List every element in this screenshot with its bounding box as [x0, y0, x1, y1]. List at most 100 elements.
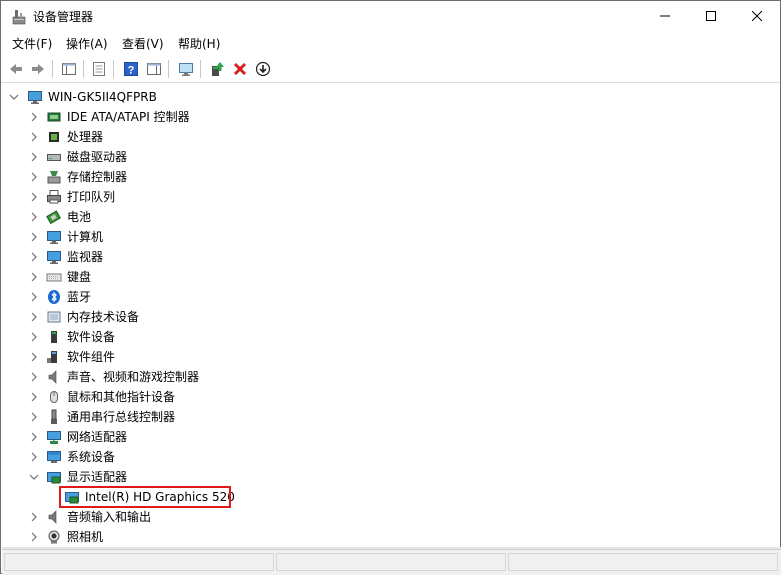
- tree-root[interactable]: WIN-GK5II4QFPRB: [3, 87, 303, 107]
- expand-chevron-icon[interactable]: [29, 132, 39, 142]
- tree-category-item[interactable]: 系统设备: [3, 447, 403, 467]
- maximize-icon: [706, 11, 716, 21]
- monitor-icon: [46, 249, 62, 265]
- expand-chevron-icon[interactable]: [29, 392, 39, 402]
- expand-chevron-icon[interactable]: [29, 412, 39, 422]
- expand-chevron-icon[interactable]: [29, 292, 39, 302]
- expand-chevron-icon[interactable]: [29, 112, 39, 122]
- tree-item-label: 蓝牙: [67, 290, 92, 304]
- close-button[interactable]: [734, 1, 780, 33]
- toolbar-separator: [52, 60, 53, 78]
- uninstall-device-button[interactable]: [230, 59, 250, 79]
- back-button[interactable]: [6, 59, 26, 79]
- download-button[interactable]: [253, 59, 273, 79]
- expand-chevron-icon[interactable]: [29, 372, 39, 382]
- tree-category-item[interactable]: 软件组件: [3, 347, 403, 367]
- tree-item-label: 声音、视频和游戏控制器: [67, 370, 200, 384]
- status-bar: [2, 549, 781, 575]
- expand-chevron-icon[interactable]: [29, 232, 39, 242]
- tree-category-item[interactable]: 存储控制器: [3, 167, 403, 187]
- tree-category-item[interactable]: 内存技术设备: [3, 307, 403, 327]
- tree-category-item[interactable]: 鼠标和其他指针设备: [3, 387, 403, 407]
- minimize-icon: [660, 15, 670, 17]
- expand-chevron-icon[interactable]: [29, 452, 39, 462]
- help-icon: ?: [124, 62, 138, 77]
- tree-item-label: 软件组件: [67, 350, 116, 364]
- tree-item-label: 显示适配器: [67, 470, 128, 484]
- expand-chevron-icon[interactable]: [29, 152, 39, 162]
- uninstall-icon: [233, 62, 247, 76]
- expand-chevron-icon[interactable]: [29, 512, 39, 522]
- properties-button[interactable]: [89, 59, 109, 79]
- tree-item-label: 系统设备: [67, 450, 116, 464]
- expand-chevron-icon[interactable]: [29, 192, 39, 202]
- title-bar[interactable]: 设备管理器: [1, 1, 780, 33]
- tree-category-item[interactable]: 照相机: [3, 527, 403, 547]
- minimize-button[interactable]: [642, 1, 688, 33]
- tree-category-item[interactable]: 软件设备: [3, 327, 403, 347]
- tree-category-item[interactable]: 音频输入和输出: [3, 507, 403, 527]
- expand-chevron-icon[interactable]: [29, 272, 39, 282]
- expand-chevron-icon[interactable]: [29, 532, 39, 542]
- status-segment: [276, 553, 506, 571]
- tree-root-label: WIN-GK5II4QFPRB: [48, 90, 157, 104]
- action-pane-button[interactable]: [144, 59, 164, 79]
- close-icon: [751, 10, 763, 22]
- expand-chevron-icon[interactable]: [29, 352, 39, 362]
- tree-category-item[interactable]: 计算机: [3, 227, 403, 247]
- tree-category-item[interactable]: 显示适配器: [3, 467, 403, 487]
- tree-category-item[interactable]: 蓝牙: [3, 287, 403, 307]
- forward-button[interactable]: [28, 59, 48, 79]
- tree-category-item[interactable]: 声音、视频和游戏控制器: [3, 367, 403, 387]
- help-button[interactable]: ?: [121, 59, 141, 79]
- tree-item-label: 键盘: [67, 270, 92, 284]
- menu-file[interactable]: 文件(F): [12, 37, 52, 51]
- tree-category-item[interactable]: 磁盘驱动器: [3, 147, 403, 167]
- tree-category-item[interactable]: 通用串行总线控制器: [3, 407, 403, 427]
- system-device-icon: [46, 449, 62, 465]
- monitor-icon: [46, 229, 62, 245]
- tree-category-item[interactable]: IDE ATA/ATAPI 控制器: [3, 107, 403, 127]
- tree-category-item[interactable]: 监视器: [3, 247, 403, 267]
- collapse-chevron-icon[interactable]: [29, 472, 39, 482]
- printer-icon: [46, 189, 62, 205]
- tree-item-label: 软件设备: [67, 330, 116, 344]
- tree-item-label: 电池: [67, 210, 92, 224]
- toolbar-separator: [200, 60, 201, 78]
- tree-item-label: 计算机: [67, 230, 104, 244]
- expand-chevron-icon[interactable]: [29, 332, 39, 342]
- collapse-chevron-icon[interactable]: [9, 92, 19, 102]
- ide-controller-icon: [46, 109, 62, 125]
- expand-chevron-icon[interactable]: [29, 312, 39, 322]
- tree-category-item[interactable]: 处理器: [3, 127, 403, 147]
- window-title: 设备管理器: [33, 10, 94, 24]
- device-tree[interactable]: WIN-GK5II4QFPRB IDE ATA/ATAPI 控制器 处理器 磁盘驱动…: [3, 87, 778, 547]
- display-adapter-icon: [46, 469, 62, 485]
- console-tree-button[interactable]: [59, 59, 79, 79]
- maximize-button[interactable]: [688, 1, 734, 33]
- scan-hardware-button[interactable]: [176, 59, 196, 79]
- menu-action[interactable]: 操作(A): [66, 37, 108, 51]
- expand-chevron-icon[interactable]: [29, 212, 39, 222]
- scan-hardware-icon: [179, 63, 193, 76]
- menu-help[interactable]: 帮助(H): [178, 37, 220, 51]
- expand-chevron-icon[interactable]: [29, 172, 39, 182]
- memory-device-icon: [46, 309, 62, 325]
- disk-drive-icon: [46, 149, 62, 165]
- properties-icon: [93, 62, 105, 76]
- tree-category-item[interactable]: 电池: [3, 207, 403, 227]
- update-driver-icon: [212, 62, 224, 76]
- tree-category-item[interactable]: 键盘: [3, 267, 403, 287]
- tree-category-item[interactable]: 打印队列: [3, 187, 403, 207]
- menu-view[interactable]: 查看(V): [122, 37, 164, 51]
- expand-chevron-icon[interactable]: [29, 252, 39, 262]
- software-device-icon: [46, 329, 62, 345]
- computer-icon: [27, 89, 43, 105]
- toolbar-separator: [83, 60, 84, 78]
- processor-icon: [46, 129, 62, 145]
- toolbar-separator: [168, 60, 169, 78]
- expand-chevron-icon[interactable]: [29, 432, 39, 442]
- update-driver-button[interactable]: [207, 59, 227, 79]
- tree-category-item[interactable]: 网络适配器: [3, 427, 403, 447]
- tree-item-label: 内存技术设备: [67, 310, 140, 324]
